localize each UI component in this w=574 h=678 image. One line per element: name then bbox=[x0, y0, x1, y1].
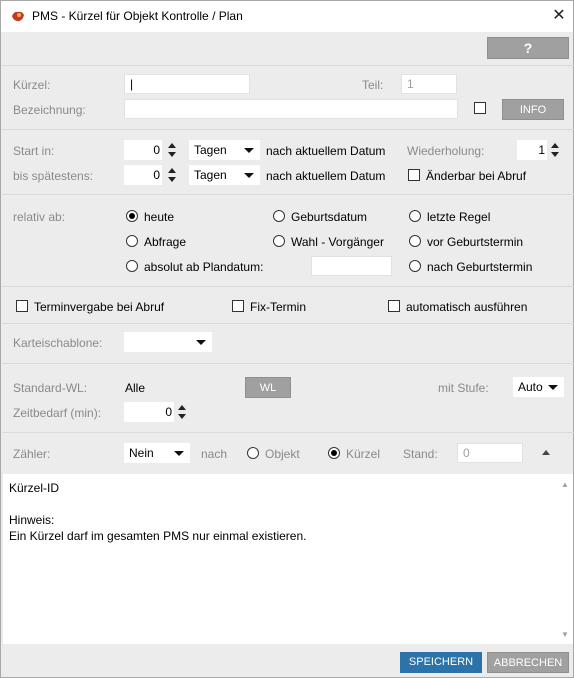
fix-termin-label: Fix-Termin bbox=[250, 300, 306, 314]
standard-wl-value: Alle bbox=[125, 381, 146, 395]
radio-geburtsdatum[interactable] bbox=[273, 210, 285, 222]
radio-abfrage-label: Abfrage bbox=[144, 235, 187, 249]
radio-wahl-vorgaenger-label: Wahl - Vorgänger bbox=[291, 235, 384, 249]
chevron-down-icon bbox=[244, 148, 254, 153]
stufe-label: mit Stufe: bbox=[438, 381, 489, 395]
teil-label: Teil: bbox=[362, 78, 384, 92]
stand-input[interactable]: 0 bbox=[457, 443, 523, 463]
nach-label: nach bbox=[201, 447, 228, 461]
radio-kuerzel[interactable] bbox=[328, 447, 340, 459]
divider bbox=[2, 65, 574, 66]
start-days-stepper[interactable]: 0 bbox=[124, 140, 162, 160]
cancel-button[interactable]: ABBRECHEN bbox=[487, 652, 569, 673]
bezeichnung-checkbox[interactable] bbox=[474, 102, 486, 114]
spaetestens-unit-select[interactable]: Tagen bbox=[189, 165, 260, 185]
wiederholung-stepper-arrows[interactable] bbox=[550, 140, 560, 160]
zaehler-value: Nein bbox=[129, 446, 154, 460]
teil-input[interactable]: 1 bbox=[401, 74, 457, 94]
terminvergabe-checkbox[interactable] bbox=[16, 300, 28, 312]
radio-letzte-regel[interactable] bbox=[409, 210, 421, 222]
kuerzel-input[interactable]: | bbox=[124, 74, 250, 94]
radio-absolut-label: absolut ab Plandatum: bbox=[144, 260, 264, 274]
start-stepper-arrows[interactable] bbox=[167, 140, 177, 160]
spaetestens-suffix: nach aktuellem Datum bbox=[266, 169, 386, 183]
divider bbox=[2, 363, 574, 364]
radio-wahl-vorgaenger[interactable] bbox=[273, 235, 285, 247]
window-title: PMS - Kürzel für Objekt Kontrolle / Plan bbox=[32, 9, 243, 23]
scroll-down-icon[interactable]: ▼ bbox=[561, 630, 569, 639]
chevron-down-icon bbox=[196, 340, 206, 345]
start-suffix: nach aktuellem Datum bbox=[266, 144, 386, 158]
spaetestens-unit-value: Tagen bbox=[194, 168, 227, 182]
automatisch-checkbox[interactable] bbox=[388, 300, 400, 312]
divider bbox=[2, 129, 574, 130]
close-icon[interactable]: ✕ bbox=[547, 6, 571, 26]
bezeichnung-label: Bezeichnung: bbox=[13, 103, 86, 117]
terminvergabe-label: Terminvergabe bei Abruf bbox=[34, 300, 165, 314]
radio-heute[interactable] bbox=[126, 210, 138, 222]
start-unit-value: Tagen bbox=[194, 143, 227, 157]
bezeichnung-input[interactable] bbox=[124, 99, 458, 119]
radio-objekt[interactable] bbox=[247, 447, 259, 459]
karteischablone-select[interactable] bbox=[124, 332, 212, 352]
standard-wl-label: Standard-WL: bbox=[13, 381, 88, 395]
spaetestens-label: bis spätestens: bbox=[13, 169, 94, 183]
divider bbox=[2, 286, 574, 287]
notes-textarea[interactable]: Kürzel-ID Hinweis: Ein Kürzel darf im ge… bbox=[3, 474, 573, 644]
relativ-label: relativ ab: bbox=[13, 210, 66, 224]
radio-nach-geburtstermin-label: nach Geburtstermin bbox=[427, 260, 533, 274]
chevron-down-icon bbox=[548, 385, 558, 390]
info-button[interactable]: INFO bbox=[502, 99, 564, 120]
zaehler-select[interactable]: Nein bbox=[124, 443, 190, 463]
scroll-up-icon[interactable]: ▲ bbox=[561, 480, 569, 489]
stufe-select[interactable]: Auto bbox=[513, 377, 564, 397]
stand-label: Stand: bbox=[403, 447, 438, 461]
divider bbox=[2, 432, 574, 433]
plandatum-input[interactable] bbox=[311, 256, 392, 276]
wl-button[interactable]: WL bbox=[245, 377, 291, 398]
stufe-value: Auto bbox=[518, 380, 543, 394]
divider bbox=[2, 194, 574, 195]
help-button[interactable]: ? bbox=[487, 37, 569, 59]
radio-kuerzel-label: Kürzel bbox=[346, 447, 381, 461]
app-logo-icon bbox=[12, 11, 24, 22]
radio-absolut[interactable] bbox=[126, 260, 138, 272]
chevron-down-icon bbox=[174, 451, 184, 456]
notes-scrollbar[interactable]: ▲ ▼ bbox=[557, 474, 573, 644]
zaehler-label: Zähler: bbox=[13, 447, 51, 461]
radio-heute-label: heute bbox=[144, 210, 175, 224]
wiederholung-label: Wiederholung: bbox=[407, 144, 485, 158]
start-label: Start in: bbox=[13, 144, 55, 158]
wiederholung-stepper[interactable]: 1 bbox=[517, 140, 547, 160]
aenderbar-checkbox[interactable] bbox=[408, 169, 420, 181]
radio-vor-geburtstermin-label: vor Geburtstermin bbox=[427, 235, 524, 249]
save-button[interactable]: SPEICHERN bbox=[400, 652, 482, 673]
radio-geburtsdatum-label: Geburtsdatum bbox=[291, 210, 368, 224]
title-bar: PMS - Kürzel für Objekt Kontrolle / Plan… bbox=[1, 1, 573, 32]
radio-nach-geburtstermin[interactable] bbox=[409, 260, 421, 272]
fix-termin-checkbox[interactable] bbox=[232, 300, 244, 312]
radio-letzte-regel-label: letzte Regel bbox=[427, 210, 491, 224]
radio-abfrage[interactable] bbox=[126, 235, 138, 247]
spaetestens-days-stepper[interactable]: 0 bbox=[124, 165, 162, 185]
radio-objekt-label: Objekt bbox=[265, 447, 300, 461]
zeitbedarf-label: Zeitbedarf (min): bbox=[13, 406, 102, 420]
dialog-window: PMS - Kürzel für Objekt Kontrolle / Plan… bbox=[0, 0, 574, 678]
kuerzel-label: Kürzel: bbox=[13, 78, 51, 92]
radio-vor-geburtstermin[interactable] bbox=[409, 235, 421, 247]
aenderbar-label: Änderbar bei Abruf bbox=[426, 169, 527, 183]
karteischablone-label: Karteischablone: bbox=[13, 336, 103, 350]
zeitbedarf-stepper-arrows[interactable] bbox=[177, 402, 187, 422]
collapse-arrow-icon[interactable] bbox=[542, 450, 550, 455]
automatisch-label: automatisch ausführen bbox=[406, 300, 528, 314]
start-unit-select[interactable]: Tagen bbox=[189, 140, 260, 160]
spaetestens-stepper-arrows[interactable] bbox=[167, 165, 177, 185]
divider bbox=[2, 323, 574, 324]
chevron-down-icon bbox=[244, 173, 254, 178]
zeitbedarf-stepper[interactable]: 0 bbox=[124, 402, 174, 422]
